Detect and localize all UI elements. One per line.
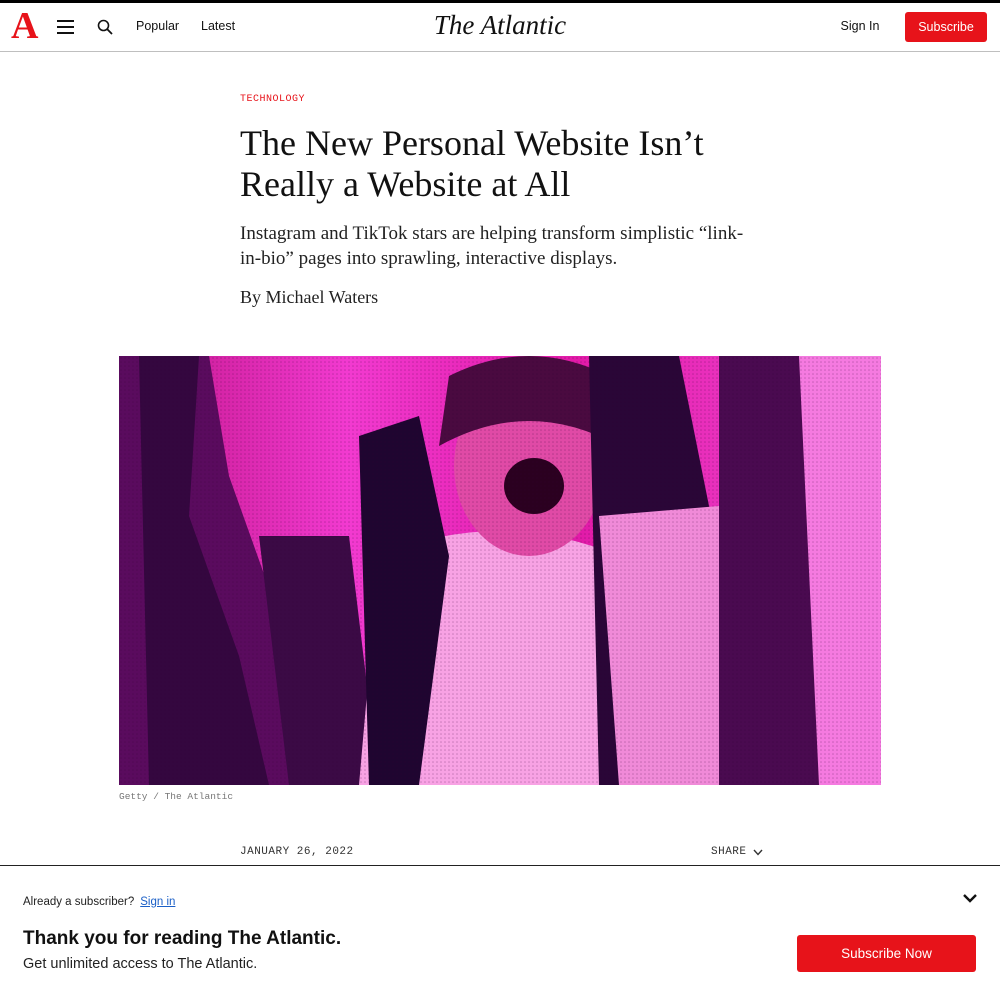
subscribe-button[interactable]: Subscribe — [905, 12, 987, 42]
sign-in-link[interactable]: Sign In — [832, 19, 888, 33]
banner-title: Thank you for reading The Atlantic. — [23, 928, 342, 949]
article-dek: Instagram and TikTok stars are helping t… — [240, 223, 744, 269]
image-caption: Getty / The Atlantic — [119, 791, 234, 802]
lead-image — [119, 356, 881, 785]
banner-subtitle: Get unlimited access to The Atlantic. — [23, 956, 258, 972]
nav-popular-link[interactable]: Popular — [136, 19, 179, 33]
atlantic-logo[interactable]: A — [11, 6, 38, 46]
collapse-chevron-icon[interactable] — [962, 892, 978, 904]
subscribe-now-button[interactable]: Subscribe Now — [797, 935, 976, 972]
nav-latest-link[interactable]: Latest — [201, 19, 235, 33]
chevron-down-icon — [752, 849, 763, 856]
section-kicker[interactable]: TECHNOLOGY — [240, 94, 305, 105]
publish-date: JANUARY 26, 2022 — [240, 846, 354, 858]
share-label: SHARE — [711, 846, 747, 858]
already-subscriber-label: Already a subscriber? — [23, 896, 135, 908]
menu-icon[interactable] — [57, 20, 74, 34]
share-button[interactable]: SHARE — [711, 846, 763, 858]
wordmark[interactable]: The Atlantic — [400, 10, 600, 41]
already-subscriber-text: Already a subscriber? Sign in — [23, 896, 175, 908]
search-icon[interactable] — [97, 19, 113, 35]
subscribe-banner: Already a subscriber? Sign in Thank you f… — [0, 865, 1000, 1001]
article-headline: The New Personal Website Isn’t Really a … — [240, 123, 704, 204]
article-byline[interactable]: By Michael Waters — [240, 287, 378, 308]
banner-sign-in-link[interactable]: Sign in — [140, 896, 175, 908]
site-header: A Popular Latest The Atlantic Sign In Su… — [0, 3, 1000, 52]
